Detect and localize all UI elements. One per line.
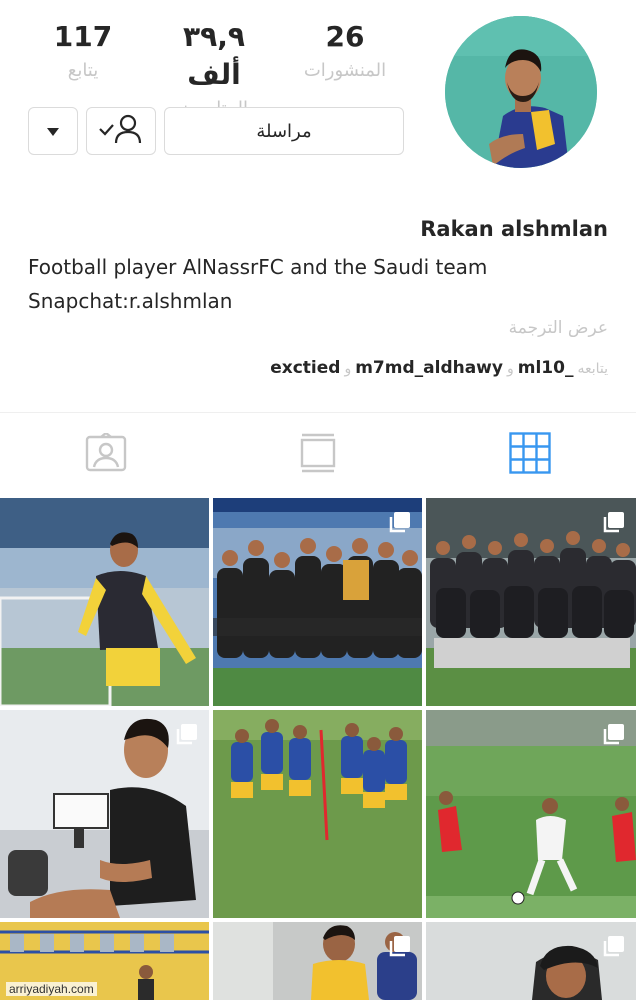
following-button[interactable] — [86, 107, 156, 155]
follower-username: m7md_aldhawy — [355, 358, 503, 378]
post-image — [213, 922, 422, 1000]
more-options-button[interactable] — [28, 107, 78, 155]
multiple-posts-icon — [175, 724, 197, 746]
tab-tagged[interactable] — [0, 413, 212, 496]
multiple-posts-icon — [388, 512, 410, 534]
separator: و — [344, 361, 352, 377]
bio-line: Football player AlNassrFC and the Saudi … — [28, 255, 488, 279]
follower-username: exctied — [270, 358, 341, 378]
following-label: يتابع — [67, 60, 99, 81]
tagged-icon — [84, 430, 128, 477]
post-thumbnail[interactable] — [0, 498, 209, 706]
tab-igtv[interactable] — [212, 413, 424, 496]
follower-username: _ml10 — [517, 358, 574, 378]
profile-bio: Football player AlNassrFC and the Saudi … — [28, 250, 487, 318]
following-count: 117 — [53, 20, 113, 53]
post-thumbnail[interactable] — [426, 710, 636, 918]
post-thumbnail[interactable] — [426, 922, 636, 1000]
user-check-icon — [98, 113, 144, 149]
followed-by[interactable]: يتابعه _ml10 و m7md_aldhawy و exctied — [270, 358, 608, 378]
see-translation-link[interactable]: عرض الترجمة — [509, 318, 608, 338]
multiple-posts-icon — [388, 936, 410, 958]
post-image — [426, 922, 636, 1000]
followers-count: ٣٩,٩ ألف — [183, 20, 245, 91]
multiple-posts-icon — [602, 724, 624, 746]
post-thumbnail[interactable] — [0, 710, 209, 918]
posts-label: المنشورات — [303, 60, 387, 81]
bio-line[interactable]: Snapchat:r.alshmlan — [28, 284, 487, 318]
post-image — [213, 710, 422, 918]
multiple-posts-icon — [602, 512, 624, 534]
feed-icon — [300, 433, 336, 477]
post-thumbnail[interactable] — [213, 922, 422, 1000]
grid-icon — [509, 431, 551, 478]
post-thumbnail[interactable] — [213, 498, 422, 706]
post-thumbnail[interactable] — [213, 710, 422, 918]
separator: و — [506, 361, 514, 377]
followed-by-prefix: يتابعه — [577, 361, 608, 377]
caret-down-icon — [46, 122, 60, 141]
profile-name: Rakan alshmlan — [420, 217, 608, 241]
posts-count: 26 — [325, 20, 365, 53]
profile-avatar[interactable] — [445, 16, 597, 168]
post-thumbnail[interactable] — [426, 498, 636, 706]
message-button[interactable]: مراسلة — [164, 107, 404, 155]
profile-tabs — [0, 412, 636, 496]
avatar-photo — [445, 16, 597, 168]
multiple-posts-icon — [602, 936, 624, 958]
post-image — [0, 498, 209, 706]
profile-actions: مراسلة — [28, 107, 404, 155]
tab-grid[interactable] — [424, 413, 636, 496]
watermark: arriyadiyah.com — [6, 982, 97, 996]
